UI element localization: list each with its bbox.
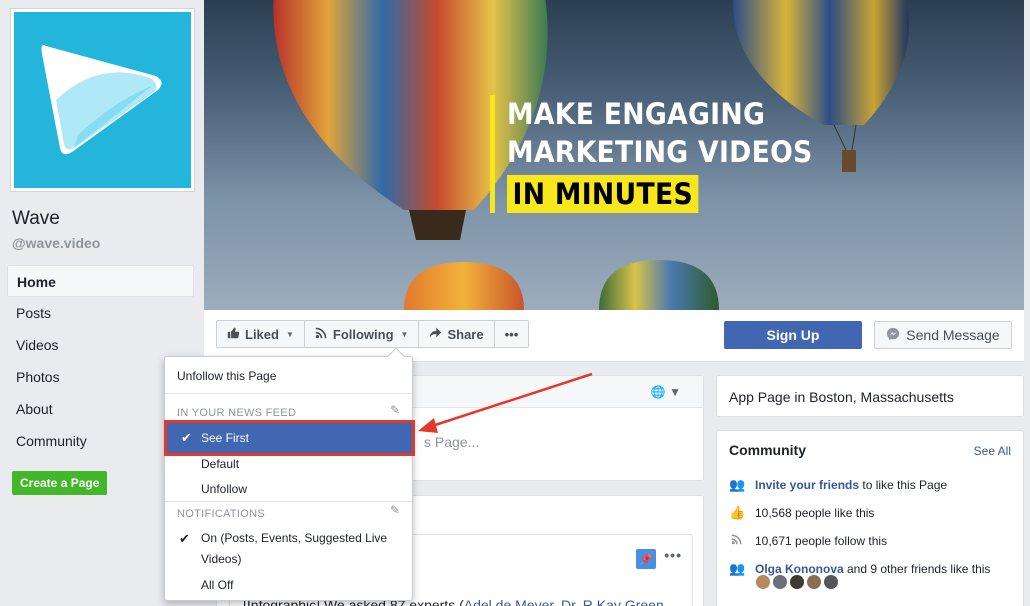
pencil-icon[interactable]: ✎ bbox=[390, 403, 400, 417]
notifications-on-item[interactable]: ✔ On (Posts, Events, Suggested Live Vide… bbox=[165, 531, 412, 566]
avatar[interactable] bbox=[773, 575, 787, 589]
messenger-icon bbox=[886, 327, 900, 344]
all-off-item[interactable]: All Off bbox=[165, 578, 412, 592]
composer-placeholder[interactable]: s Page... bbox=[424, 434, 479, 450]
divider bbox=[165, 501, 412, 502]
unfollow-item[interactable]: Unfollow bbox=[165, 482, 412, 496]
share-button[interactable]: Share bbox=[419, 321, 495, 347]
share-arrow-icon bbox=[429, 326, 442, 342]
profile-picture[interactable] bbox=[10, 8, 195, 192]
cover-headline: MAKE ENGAGING MARKETING VIDEOS IN MINUTE… bbox=[490, 95, 839, 213]
page-name[interactable]: Wave bbox=[12, 208, 60, 230]
page-handle[interactable]: @wave.video bbox=[12, 235, 100, 251]
friend-name-link[interactable]: Olga Kononova bbox=[755, 562, 844, 576]
create-page-button[interactable]: Create a Page bbox=[12, 471, 108, 495]
checkmark-icon: ✔ bbox=[181, 430, 192, 445]
page-category[interactable]: App Page in Boston, Massachusetts bbox=[716, 375, 1024, 417]
invite-friends-link[interactable]: Invite your friends bbox=[755, 478, 859, 492]
notifications-section-header: NOTIFICATIONS bbox=[177, 508, 266, 520]
wave-logo bbox=[14, 12, 191, 188]
more-options-button[interactable]: ••• bbox=[495, 321, 529, 347]
likes-row: 👍 10,568 people like this bbox=[729, 505, 875, 520]
post-mention-links[interactable]: Adel de Meyer, Dr. R Kay Green bbox=[464, 597, 664, 606]
thumbs-up-icon: 👍 bbox=[729, 505, 746, 520]
sign-up-button[interactable]: Sign Up bbox=[724, 321, 862, 349]
friends-icon: 👥 bbox=[729, 561, 746, 576]
cover-line-2: MARKETING VIDEOS bbox=[507, 135, 813, 169]
unfollow-page-item[interactable]: Unfollow this Page bbox=[165, 369, 412, 383]
pencil-icon[interactable]: ✎ bbox=[390, 503, 400, 517]
invite-friends-row: 👥 Invite your friends to like this Page bbox=[729, 477, 948, 492]
share-label: Share bbox=[447, 326, 484, 342]
liked-label: Liked bbox=[245, 326, 279, 342]
following-button[interactable]: Following ▼ bbox=[305, 321, 420, 347]
thumbs-up-icon bbox=[227, 326, 240, 342]
cover-line-1: MAKE ENGAGING bbox=[507, 97, 766, 131]
see-first-item[interactable]: ✔ See First bbox=[164, 420, 415, 456]
caret-down-icon: ▼ bbox=[285, 329, 294, 339]
rss-icon bbox=[315, 326, 328, 342]
rss-icon bbox=[729, 533, 745, 548]
divider bbox=[165, 393, 412, 394]
avatar[interactable] bbox=[807, 575, 821, 589]
sidebar-item-posts[interactable]: Posts bbox=[7, 297, 194, 329]
cover-highlight: IN MINUTES bbox=[507, 175, 699, 213]
default-item[interactable]: Default bbox=[165, 457, 412, 471]
friend-avatars bbox=[756, 575, 838, 589]
follows-row: 10,671 people follow this bbox=[729, 533, 887, 548]
avatar[interactable] bbox=[756, 575, 770, 589]
page-action-bar: Liked ▼ Following ▼ Share ••• Sign Up Se… bbox=[204, 310, 1024, 362]
play-icon bbox=[41, 45, 162, 155]
avatar[interactable] bbox=[790, 575, 804, 589]
pin-icon[interactable]: 📌 bbox=[636, 549, 656, 569]
send-message-button[interactable]: Send Message bbox=[874, 321, 1012, 349]
audience-globe-icon[interactable]: 🌐 ▼ bbox=[651, 385, 681, 399]
liked-button[interactable]: Liked ▼ bbox=[217, 321, 305, 347]
checkmark-icon: ✔ bbox=[179, 531, 190, 546]
avatar[interactable] bbox=[824, 575, 838, 589]
sidebar-item-home[interactable]: Home bbox=[7, 265, 194, 297]
send-message-label: Send Message bbox=[906, 327, 1000, 343]
community-title: Community bbox=[729, 442, 806, 458]
caret-down-icon: ▼ bbox=[400, 329, 409, 339]
friends-icon: 👥 bbox=[729, 477, 746, 492]
following-label: Following bbox=[332, 326, 394, 342]
see-all-link[interactable]: See All bbox=[974, 444, 1011, 458]
cover-photo[interactable]: MAKE ENGAGING MARKETING VIDEOS IN MINUTE… bbox=[204, 0, 1024, 310]
following-dropdown-menu: Unfollow this Page IN YOUR NEWS FEED ✎ ✔… bbox=[164, 347, 415, 601]
news-feed-section-header: IN YOUR NEWS FEED bbox=[177, 407, 297, 419]
post-options-icon[interactable]: ••• bbox=[664, 547, 682, 563]
page-action-buttons: Liked ▼ Following ▼ Share ••• bbox=[216, 320, 530, 348]
